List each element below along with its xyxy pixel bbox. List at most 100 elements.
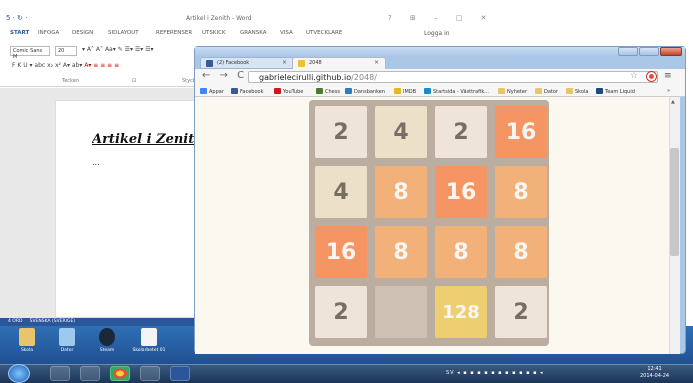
tile-16: 16	[435, 166, 487, 218]
start-button[interactable]	[8, 364, 30, 383]
tile-2: 2	[495, 286, 547, 338]
url-path: /2048/	[351, 73, 377, 82]
desktop-icon-skola[interactable]: Skola	[12, 328, 42, 353]
font-color-button[interactable]: A▾ ≡ ≡ ≡ ≡	[84, 62, 119, 69]
bookmark-imdb[interactable]: IMDB	[394, 88, 416, 95]
desktop-icon-dator[interactable]: Dator	[52, 328, 82, 353]
navigation-buttons[interactable]: ← → C	[202, 70, 247, 81]
document-text[interactable]: ...	[92, 158, 100, 167]
format-toolbar-row2[interactable]: F K U ▾ abc x₂ x² A▾ ab▾ A▾ ≡ ≡ ≡ ≡	[12, 62, 119, 69]
scrollbar-thumb[interactable]	[670, 148, 679, 256]
chess-icon	[316, 88, 323, 94]
word-count[interactable]: 4 ORD	[8, 319, 22, 324]
bookmark-dator[interactable]: Dator	[535, 88, 558, 95]
quick-access-toolbar[interactable]: 5 · ↻ ·	[6, 14, 27, 22]
maximize-button[interactable]	[639, 47, 659, 56]
tab-close-icon[interactable]: ×	[282, 59, 287, 66]
tab-infoga[interactable]: INFOGA	[38, 30, 59, 36]
clock-time: 12:41	[647, 366, 662, 372]
bookmark-youtube[interactable]: YouTube	[274, 88, 303, 95]
bookmark-label: Nyheter	[507, 89, 528, 95]
browser-tab-facebook[interactable]: (2) Facebook ×	[200, 57, 294, 69]
word-window-controls[interactable]: ? ⊞ – □ ✕	[388, 14, 494, 22]
tab-referenser[interactable]: REFERENSER	[156, 30, 192, 36]
font-name-select[interactable]: Comic Sans M	[10, 46, 50, 60]
facebook-icon	[231, 88, 238, 94]
word-statusbar: 4 ORD SVENSKA (SVERIGE)	[0, 318, 200, 326]
tile-4: 4	[315, 166, 367, 218]
clock-date: 2014-04-24	[640, 373, 670, 379]
desktop-icon-steam[interactable]: Steam	[92, 328, 122, 353]
login-link[interactable]: Logga in	[424, 30, 450, 37]
computer-icon	[59, 328, 75, 346]
scroll-up-icon[interactable]: ▲	[671, 99, 675, 105]
tab-start[interactable]: START	[10, 30, 29, 36]
chrome-menu-icon[interactable]: ≡	[664, 71, 672, 81]
bookmark-team-liquid[interactable]: Team Liquid	[596, 88, 635, 95]
folder-icon	[566, 88, 573, 94]
document-heading[interactable]: Artikel i Zenith	[92, 132, 196, 147]
desktop-icon-label: Steam	[99, 348, 115, 353]
bookmark-chess[interactable]: Chess	[316, 88, 340, 95]
bookmark-label: Team Liquid	[605, 89, 635, 95]
bookmark-label: Skola	[575, 89, 589, 95]
game-board[interactable]: 2 4 2 16 4 8 16 8 16 8 8 8 2 128 2	[309, 100, 549, 346]
tab-utskick[interactable]: UTSKICK	[202, 30, 226, 36]
steam-icon	[99, 328, 115, 346]
tile-2: 2	[315, 286, 367, 338]
bookmark-label: IMDB	[403, 89, 417, 95]
dansbanken-icon	[345, 88, 352, 94]
language-status[interactable]: SVENSKA (SVERIGE)	[30, 319, 75, 324]
taskbar-app-word[interactable]	[170, 366, 190, 381]
system-tray[interactable]: SV ◂ ▪ ▪ ▪ ▪ ▪ ▪ ▪ ▪ ▪ ▪ ▪ ◂	[446, 370, 544, 376]
clock[interactable]: 12:41 2014-04-24	[640, 366, 669, 380]
group-launcher[interactable]: ⊡	[132, 78, 136, 84]
tile-8: 8	[495, 166, 547, 218]
desktop-icon-label: Dator	[60, 348, 74, 353]
tile-128: 128	[435, 286, 487, 338]
format-toolbar-row1[interactable]: ▾ A˄ A˅ Aa▾ ✎ ☰▾ ☰▾ ☰▾	[82, 46, 154, 53]
format-buttons[interactable]: F K U ▾ abc x₂ x² A▾ ab▾	[12, 62, 82, 69]
document-icon	[141, 328, 157, 346]
bookmark-nyheter[interactable]: Nyheter	[498, 88, 527, 95]
chrome-window-controls	[618, 47, 682, 57]
tab-title: (2) Facebook	[217, 60, 250, 66]
tab-sidlayout[interactable]: SIDLAYOUT	[108, 30, 139, 36]
bookmark-skola[interactable]: Skola	[566, 88, 588, 95]
tile-16: 16	[315, 226, 367, 278]
taskbar-app-folder[interactable]	[140, 366, 160, 381]
taskbar-app-explorer[interactable]	[80, 366, 100, 381]
address-bar[interactable]: gabrielecirulli.github.io/2048/	[248, 71, 658, 83]
taskbar-app-chrome[interactable]	[110, 366, 130, 381]
bookmark-label: Dator	[544, 89, 558, 95]
tile-8: 8	[435, 226, 487, 278]
bookmark-facebook[interactable]: Facebook	[231, 88, 264, 95]
minimize-button[interactable]	[618, 47, 638, 56]
apps-icon	[200, 88, 207, 94]
tab-design[interactable]: DESIGN	[72, 30, 93, 36]
bookmark-dansbanken[interactable]: Dansbanken	[345, 88, 385, 95]
browser-tab-2048[interactable]: 2048 ×	[292, 57, 386, 69]
bookmarks-overflow[interactable]: »	[667, 88, 670, 94]
tile-16: 16	[495, 106, 547, 158]
tab-visa[interactable]: VISA	[280, 30, 293, 36]
desktop-icon-skolarbetet[interactable]: Skolarbetet 01	[130, 328, 168, 353]
bookmark-label: YouTube	[283, 89, 304, 95]
tab-utvecklare[interactable]: UTVECKLARE	[306, 30, 342, 36]
bookmark-vasttrafik[interactable]: Startsida - Västtrafik...	[424, 88, 489, 95]
url-host: gabrielecirulli.github.io	[259, 73, 352, 82]
tile-8: 8	[375, 226, 427, 278]
taskbar-app-steam[interactable]	[50, 366, 70, 381]
bookmark-appar[interactable]: Appar	[200, 88, 224, 95]
vasttrafik-icon	[424, 88, 431, 94]
extension-icon[interactable]	[647, 72, 656, 81]
close-button[interactable]	[660, 47, 682, 56]
imdb-icon	[394, 88, 401, 94]
tab-close-icon[interactable]: ×	[374, 59, 379, 66]
bookmark-label: Startsida - Västtrafik...	[433, 89, 489, 95]
bookmark-star-icon[interactable]: ☆	[630, 71, 638, 81]
font-size-select[interactable]: 20	[55, 46, 77, 56]
tab-granska[interactable]: GRANSKA	[240, 30, 267, 36]
folder-icon	[498, 88, 505, 94]
team-liquid-icon	[596, 88, 603, 94]
